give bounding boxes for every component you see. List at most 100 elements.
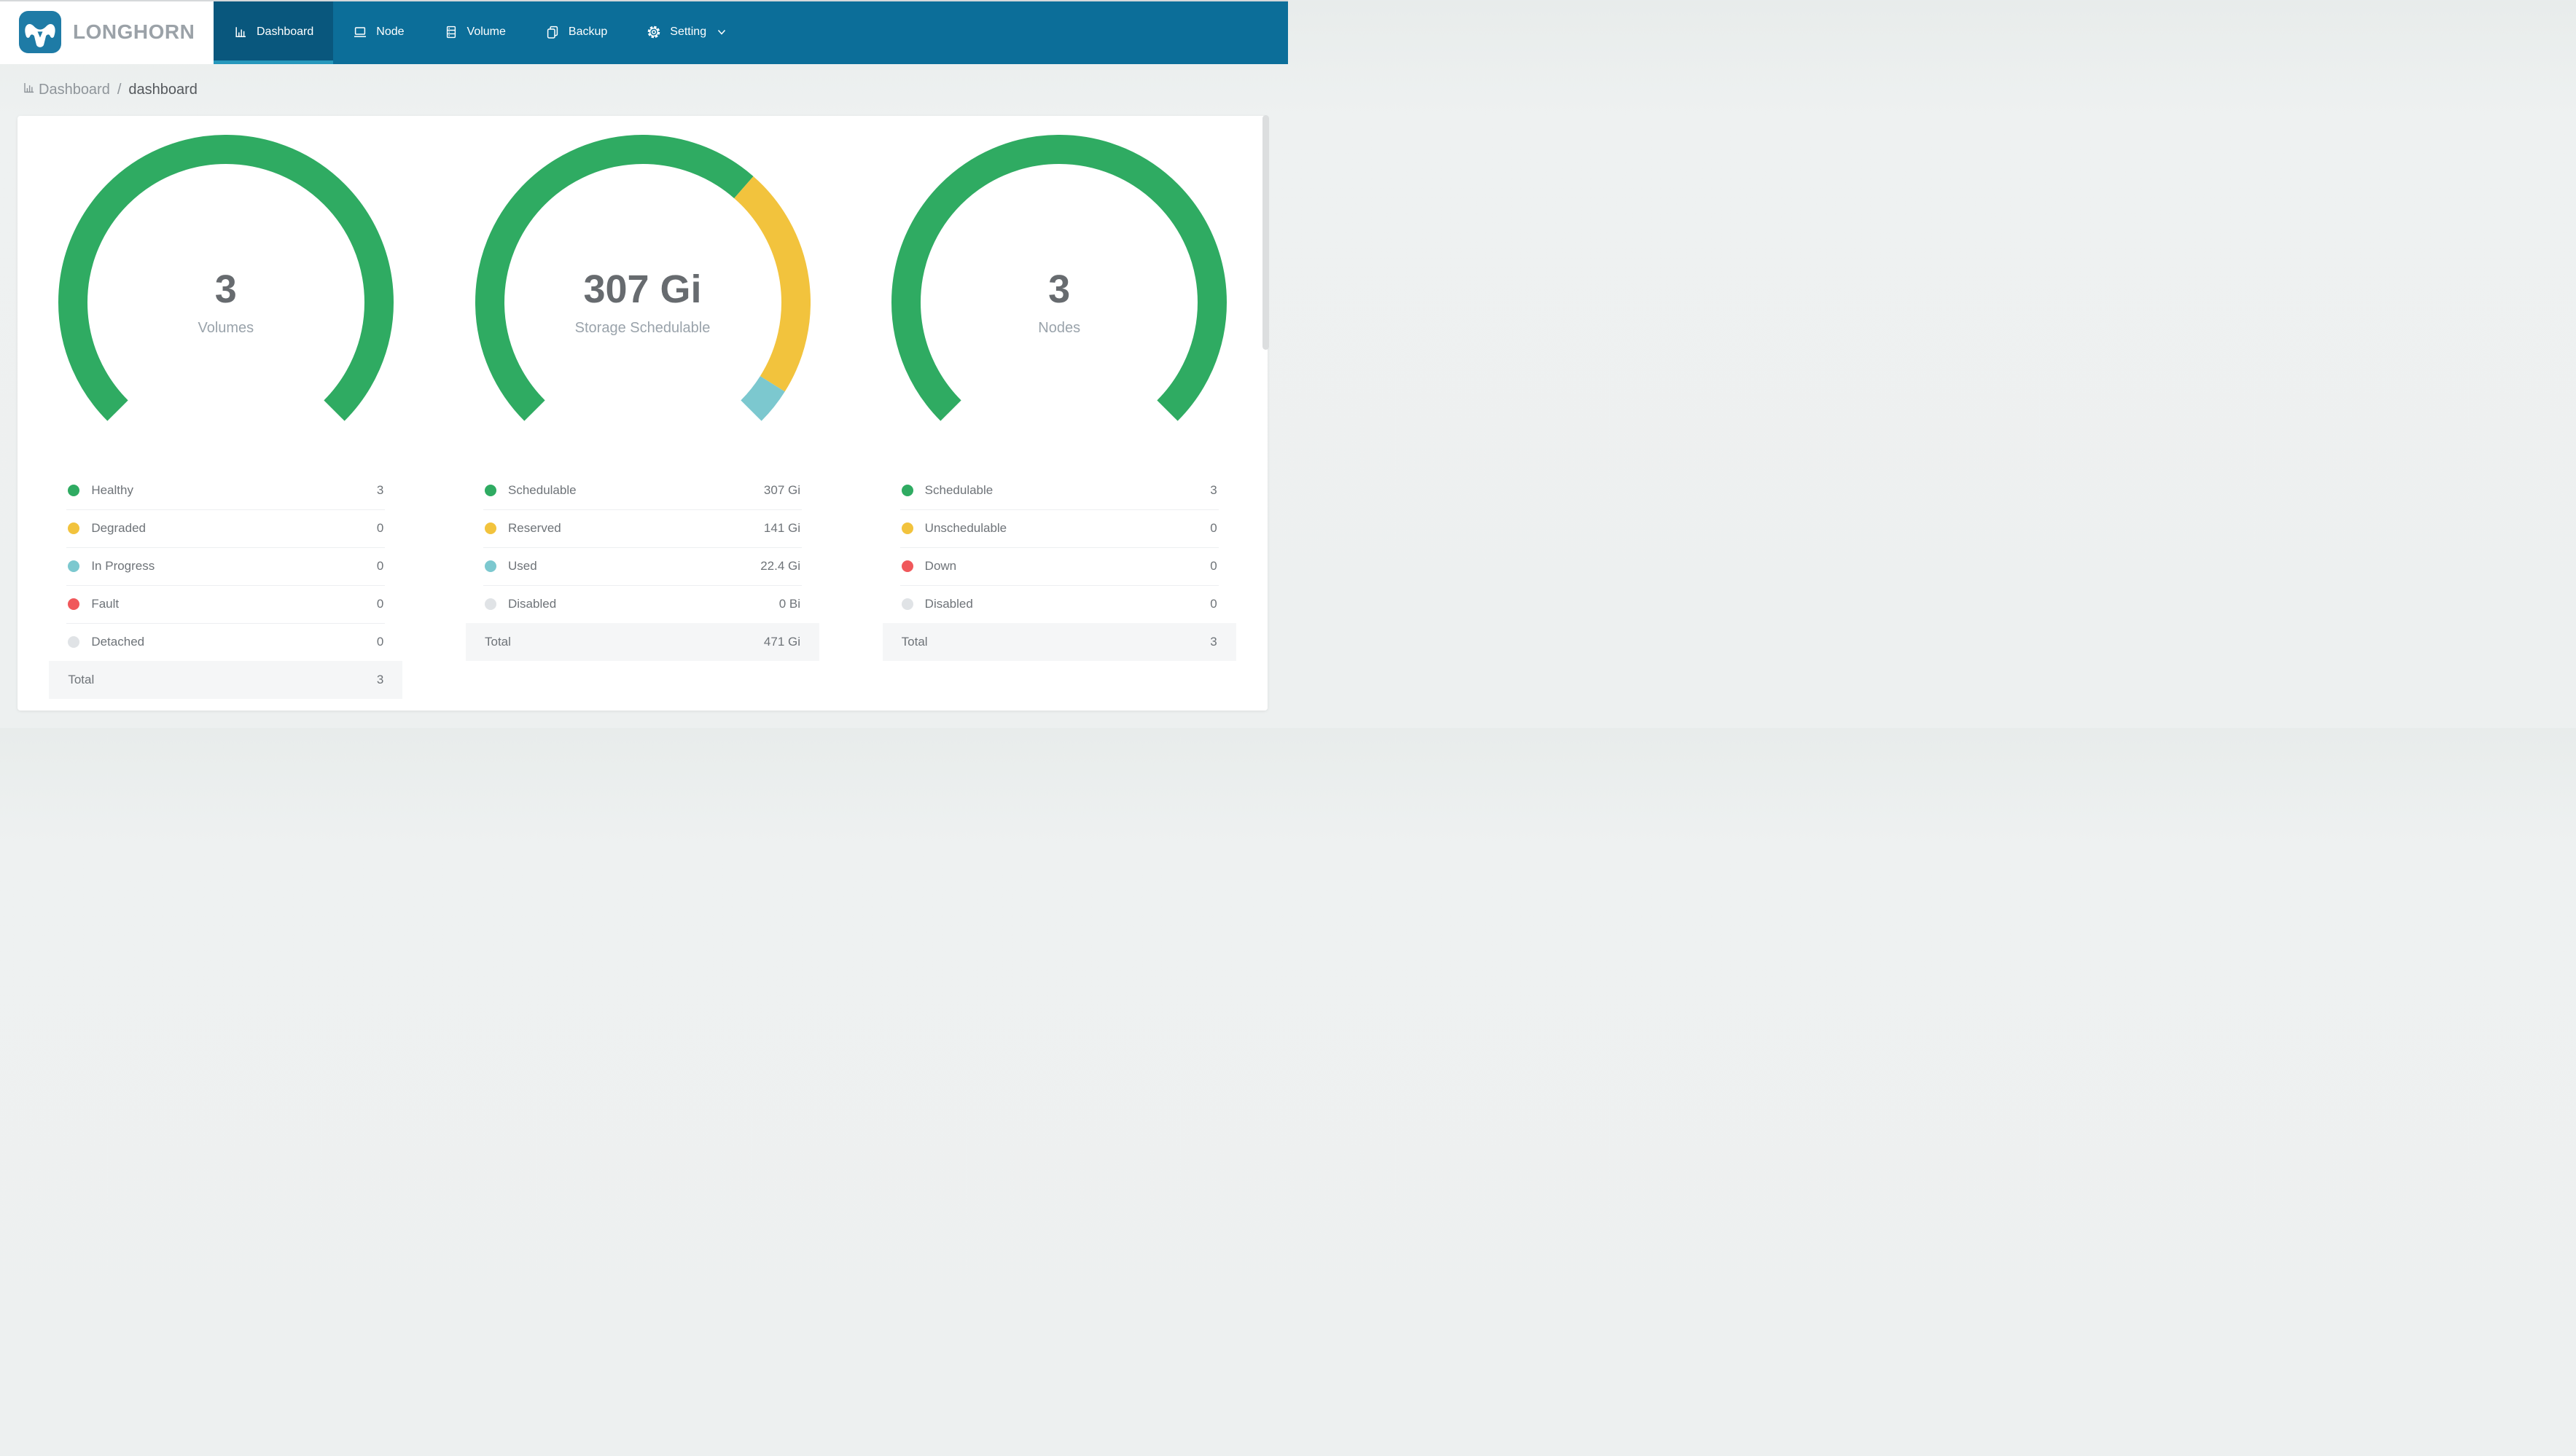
green-dot-icon [68, 485, 80, 496]
storage-gauge: 307 Gi Storage Schedulable [475, 135, 811, 470]
gray-dot-icon [485, 598, 496, 610]
red-dot-icon [68, 598, 80, 610]
red-dot-icon [901, 560, 913, 572]
legend-total-value: 3 [1210, 635, 1217, 649]
gray-dot-icon [68, 636, 80, 648]
brand-name: LONGHORN [73, 20, 195, 43]
dashboard-icon [233, 25, 248, 39]
nav-item-label: Node [376, 26, 405, 38]
legend-total-label: Total [68, 673, 95, 686]
breadcrumb-root-label: Dashboard [39, 82, 110, 98]
legend-label: Schedulable [508, 483, 577, 497]
legend-row: Disabled 0 [883, 585, 1236, 623]
legend-value: 22.4 Gi [760, 559, 800, 573]
legend-row: Unschedulable 0 [883, 509, 1236, 547]
yellow-dot-icon [901, 522, 913, 534]
dashboard-card: 3 Volumes Healthy 3 Degraded 0 In Progre… [17, 116, 1268, 711]
nav-item-node[interactable]: Node [333, 0, 424, 64]
legend-total-row: Total 471 Gi [466, 623, 819, 661]
legend-label: Unschedulable [924, 521, 1007, 535]
gray-dot-icon [901, 598, 913, 610]
legend-value: 0 [1210, 521, 1217, 535]
nav-item-label: Setting [670, 26, 707, 38]
gauge-segment-schedulable [475, 135, 754, 421]
legend-row: Healthy 3 [49, 471, 402, 509]
nav-item-label: Dashboard [257, 26, 314, 38]
nav-item-label: Backup [568, 26, 608, 38]
volumes-gauge: 3 Volumes [58, 135, 394, 470]
legend-label: Reserved [508, 521, 561, 535]
nodes-gauge: 3 Nodes [891, 135, 1227, 470]
legend-label: Schedulable [924, 483, 994, 497]
legend-row: Down 0 [883, 547, 1236, 585]
nodes-gauge-svg [891, 135, 1227, 421]
legend-value: 307 Gi [763, 483, 800, 497]
legend-label: Disabled [508, 597, 557, 611]
legend-value: 3 [376, 483, 384, 497]
legend-label: In Progress [91, 559, 155, 573]
legend-total-row: Total 3 [49, 661, 403, 699]
legend-total-value: 3 [376, 673, 384, 686]
legend-row: Schedulable 307 Gi [466, 471, 819, 509]
legend-label: Healthy [91, 483, 133, 497]
nav-item-label: Volume [467, 26, 506, 38]
legend-value: 0 [1210, 597, 1217, 611]
longhorn-bull-icon [19, 11, 61, 53]
green-dot-icon [485, 485, 496, 496]
legend-value: 0 Bi [778, 597, 800, 611]
storage-gauge-svg [475, 135, 811, 421]
breadcrumb-root-link[interactable]: Dashboard [22, 81, 110, 99]
legend-row: Detached 0 [49, 623, 402, 661]
legend-value: 0 [376, 559, 384, 573]
legend-total-label: Total [485, 635, 511, 649]
legend-value: 0 [376, 635, 384, 649]
legend-label: Down [924, 559, 957, 573]
nav-item-backup[interactable]: Backup [526, 0, 627, 64]
legend-row: Disabled 0 Bi [466, 585, 819, 623]
legend-label: Detached [91, 635, 145, 649]
setting-icon [647, 25, 661, 39]
green-dot-icon [901, 485, 913, 496]
volume-icon [444, 25, 458, 39]
logo[interactable]: LONGHORN [0, 0, 214, 64]
legend-row: Degraded 0 [49, 509, 402, 547]
legend-value: 0 [376, 597, 384, 611]
legend-row: In Progress 0 [49, 547, 402, 585]
vertical-scrollbar-thumb[interactable] [1262, 115, 1269, 350]
nav-item-setting[interactable]: Setting [627, 0, 746, 64]
legend-label: Disabled [924, 597, 973, 611]
volumes-gauge-legend: Healthy 3 Degraded 0 In Progress 0 Fault… [49, 471, 403, 699]
nav-item-volume[interactable]: Volume [424, 0, 526, 64]
nodes-gauge-legend: Schedulable 3 Unschedulable 0 Down 0 Dis… [882, 471, 1236, 661]
storage-column: 307 Gi Storage Schedulable Schedulable 3… [434, 135, 851, 711]
legend-row: Reserved 141 Gi [466, 509, 819, 547]
teal-dot-icon [485, 560, 496, 572]
teal-dot-icon [68, 560, 80, 572]
window-top-border [0, 0, 1288, 1]
nav-item-dashboard[interactable]: Dashboard [214, 0, 334, 64]
legend-row: Used 22.4 Gi [466, 547, 819, 585]
legend-label: Fault [91, 597, 120, 611]
legend-total-label: Total [901, 635, 928, 649]
legend-row: Fault 0 [49, 585, 402, 623]
gauge-segment-used [740, 375, 785, 421]
gauge-segment-reserved [733, 176, 811, 392]
breadcrumb-separator: / [117, 82, 122, 98]
legend-label: Degraded [91, 521, 146, 535]
storage-gauge-legend: Schedulable 307 Gi Reserved 141 Gi Used … [466, 471, 819, 661]
nodes-column: 3 Nodes Schedulable 3 Unschedulable 0 Do… [851, 135, 1268, 711]
legend-value: 141 Gi [763, 521, 800, 535]
legend-total-value: 471 Gi [763, 635, 800, 649]
breadcrumb-current: dashboard [128, 82, 198, 98]
gauge-segment-healthy [58, 135, 394, 421]
top-nav: LONGHORN Dashboard Node Volume Backup Se… [0, 0, 1288, 64]
bar-chart-icon [22, 81, 36, 99]
legend-value: 0 [1210, 559, 1217, 573]
gauge-segment-schedulable [891, 135, 1227, 421]
legend-row: Schedulable 3 [883, 471, 1236, 509]
legend-value: 3 [1210, 483, 1217, 497]
volumes-gauge-svg [58, 135, 394, 421]
legend-total-row: Total 3 [882, 623, 1236, 661]
node-icon [353, 25, 367, 39]
legend-value: 0 [376, 521, 384, 535]
